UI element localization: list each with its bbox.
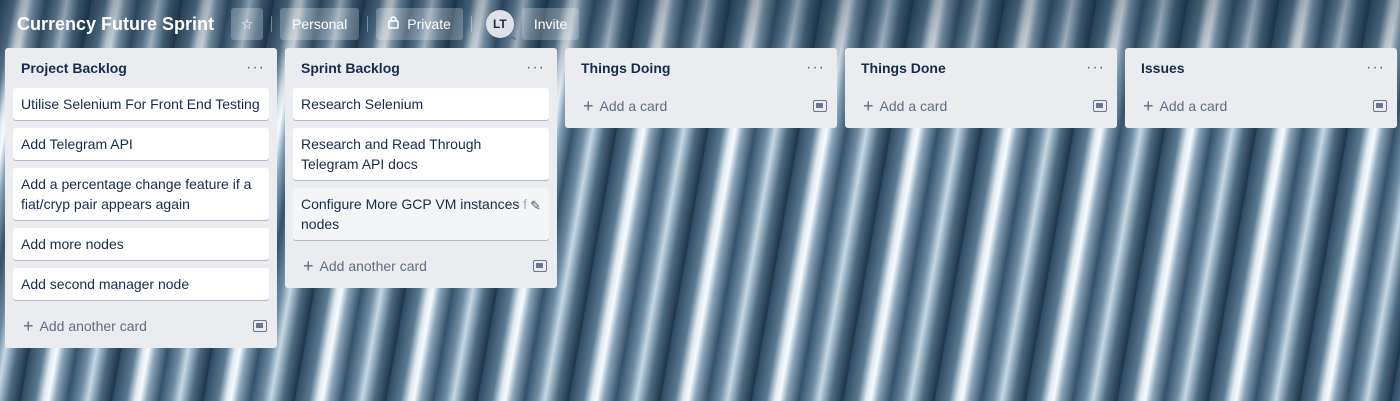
invite-label: Invite bbox=[533, 16, 568, 32]
star-icon: ☆ bbox=[240, 15, 254, 32]
team-label: Personal bbox=[292, 16, 348, 32]
more-horizontal-icon[interactable]: ··· bbox=[1362, 59, 1389, 77]
list-header[interactable]: Issues ··· bbox=[1125, 48, 1397, 88]
card[interactable]: Configure More GCP VM instances for node… bbox=[293, 188, 549, 240]
add-card-button[interactable]: + Add a card bbox=[1143, 97, 1227, 115]
star-board-button[interactable]: ☆ bbox=[231, 8, 264, 40]
header-divider bbox=[367, 16, 369, 32]
card[interactable]: Utilise Selenium For Front End Testing bbox=[13, 88, 269, 120]
list-title[interactable]: Issues bbox=[1141, 60, 1185, 76]
list-project-backlog: Project Backlog ··· Utilise Selenium For… bbox=[5, 48, 277, 348]
list-sprint-backlog: Sprint Backlog ··· Research Selenium Res… bbox=[285, 48, 557, 288]
admin-chevron-icon: ︽ bbox=[506, 31, 516, 41]
card-title: Add second manager node bbox=[21, 276, 190, 292]
card-template-icon[interactable] bbox=[533, 260, 547, 272]
card[interactable]: Research and Read Through Telegram API d… bbox=[293, 128, 549, 180]
plus-icon: + bbox=[23, 316, 34, 336]
more-horizontal-icon[interactable]: ··· bbox=[1082, 59, 1109, 77]
card[interactable]: Add more nodes bbox=[13, 228, 269, 260]
card-template-icon[interactable] bbox=[1093, 100, 1107, 112]
card-list: Utilise Selenium For Front End Testing A… bbox=[5, 88, 277, 300]
header-divider bbox=[271, 16, 273, 32]
team-button[interactable]: Personal bbox=[280, 8, 360, 40]
plus-icon: + bbox=[863, 96, 874, 116]
list-title[interactable]: Things Doing bbox=[581, 60, 670, 76]
add-card-label: Add another card bbox=[39, 318, 147, 334]
card[interactable]: Add Telegram API bbox=[13, 128, 269, 160]
card-title: Research Selenium bbox=[301, 96, 424, 112]
member-initials: LT bbox=[492, 17, 507, 31]
board-header: Currency Future Sprint ☆ Personal Privat… bbox=[0, 0, 1400, 48]
add-card-button[interactable]: + Add another card bbox=[303, 257, 427, 275]
list-things-doing: Things Doing ··· + Add a card bbox=[565, 48, 837, 128]
more-horizontal-icon[interactable]: ··· bbox=[522, 59, 549, 77]
list-footer: + Add another card bbox=[285, 248, 557, 284]
list-footer: + Add a card bbox=[845, 88, 1117, 124]
add-card-button[interactable]: + Add a card bbox=[863, 97, 947, 115]
add-card-label: Add a card bbox=[1159, 98, 1228, 114]
card[interactable]: Research Selenium bbox=[293, 88, 549, 120]
card-template-icon[interactable] bbox=[253, 320, 267, 332]
list-title[interactable]: Project Backlog bbox=[21, 60, 127, 76]
list-footer: + Add a card bbox=[565, 88, 837, 124]
header-divider bbox=[470, 16, 472, 32]
add-card-button[interactable]: + Add a card bbox=[583, 97, 667, 115]
more-horizontal-icon[interactable]: ··· bbox=[802, 59, 829, 77]
board-title[interactable]: Currency Future Sprint bbox=[8, 8, 223, 40]
pencil-icon[interactable]: ✎ bbox=[520, 196, 541, 216]
card[interactable]: Add a percentage change feature if a fia… bbox=[13, 168, 269, 220]
add-card-label: Add another card bbox=[319, 258, 427, 274]
visibility-label: Private bbox=[407, 16, 451, 32]
invite-button[interactable]: Invite bbox=[521, 8, 580, 40]
list-footer: + Add another card bbox=[5, 308, 277, 344]
card-title: Research and Read Through Telegram API d… bbox=[301, 136, 482, 172]
list-header[interactable]: Things Done ··· bbox=[845, 48, 1117, 88]
card-template-icon[interactable] bbox=[1373, 100, 1387, 112]
card-title: Add Telegram API bbox=[21, 136, 133, 152]
list-title[interactable]: Things Done bbox=[861, 60, 946, 76]
lock-icon bbox=[388, 16, 400, 32]
member-avatar[interactable]: LT ︽ bbox=[485, 10, 516, 41]
card[interactable]: Add second manager node bbox=[13, 268, 269, 300]
card-title: Configure More GCP VM instances for node… bbox=[301, 196, 540, 232]
list-header[interactable]: Things Doing ··· bbox=[565, 48, 837, 88]
plus-icon: + bbox=[583, 96, 594, 116]
card-title: Add a percentage change feature if a fia… bbox=[21, 176, 252, 212]
plus-icon: + bbox=[1143, 96, 1154, 116]
list-header[interactable]: Sprint Backlog ··· bbox=[285, 48, 557, 88]
list-things-done: Things Done ··· + Add a card bbox=[845, 48, 1117, 128]
card-template-icon[interactable] bbox=[813, 100, 827, 112]
visibility-button[interactable]: Private bbox=[376, 8, 463, 40]
add-card-button[interactable]: + Add another card bbox=[23, 317, 147, 335]
plus-icon: + bbox=[303, 256, 314, 276]
add-card-label: Add a card bbox=[879, 98, 948, 114]
card-title: Utilise Selenium For Front End Testing bbox=[21, 96, 260, 112]
list-header[interactable]: Project Backlog ··· bbox=[5, 48, 277, 88]
more-horizontal-icon[interactable]: ··· bbox=[242, 59, 269, 77]
card-list: Research Selenium Research and Read Thro… bbox=[285, 88, 557, 240]
list-issues: Issues ··· + Add a card bbox=[1125, 48, 1397, 128]
list-footer: + Add a card bbox=[1125, 88, 1397, 124]
list-title[interactable]: Sprint Backlog bbox=[301, 60, 400, 76]
card-title: Add more nodes bbox=[21, 236, 124, 252]
add-card-label: Add a card bbox=[599, 98, 668, 114]
